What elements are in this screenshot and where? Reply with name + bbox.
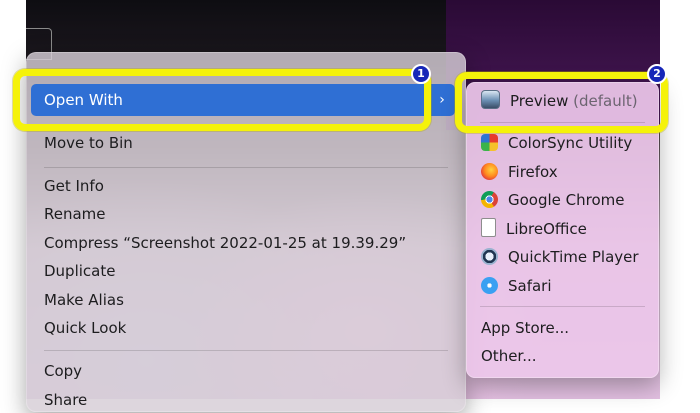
safari-icon xyxy=(481,277,498,294)
chrome-icon xyxy=(481,191,498,208)
highlight-box-open-with xyxy=(13,69,431,131)
submenu-item-safari[interactable]: Safari xyxy=(481,273,552,299)
submenu-item-label: ColorSync Utility xyxy=(508,134,633,152)
menu-item-share[interactable]: Share xyxy=(44,387,87,413)
submenu-item-label: QuickTime Player xyxy=(508,248,639,266)
menu-item-make-alias[interactable]: Make Alias xyxy=(44,287,124,313)
submenu-item-app-store[interactable]: App Store... xyxy=(481,315,569,341)
quicktime-icon xyxy=(481,248,498,265)
libreoffice-icon xyxy=(481,218,496,237)
menu-item-quick-look[interactable]: Quick Look xyxy=(44,315,126,341)
menu-item-rename[interactable]: Rename xyxy=(44,201,106,227)
submenu-separator xyxy=(480,306,645,307)
submenu-item-chrome[interactable]: Google Chrome xyxy=(481,187,625,213)
menu-separator xyxy=(44,350,448,351)
submenu-item-quicktime[interactable]: QuickTime Player xyxy=(481,244,639,270)
step-badge-1: 1 xyxy=(411,64,431,84)
submenu-item-firefox[interactable]: Firefox xyxy=(481,159,558,185)
colorsync-icon xyxy=(481,134,498,151)
submenu-item-colorsync[interactable]: ColorSync Utility xyxy=(481,130,632,156)
submenu-item-label: Firefox xyxy=(508,163,558,181)
menu-item-get-info[interactable]: Get Info xyxy=(44,173,104,199)
highlight-box-preview xyxy=(455,72,668,133)
menu-item-move-to-bin[interactable]: Move to Bin xyxy=(44,130,133,156)
menu-separator xyxy=(44,167,448,168)
submenu-item-other[interactable]: Other... xyxy=(481,343,537,369)
menu-item-compress[interactable]: Compress “Screenshot 2022-01-25 at 19.39… xyxy=(44,230,406,256)
menu-item-duplicate[interactable]: Duplicate xyxy=(44,258,115,284)
menu-item-copy[interactable]: Copy xyxy=(44,358,82,384)
submenu-item-label: Safari xyxy=(508,277,552,295)
submenu-item-libreoffice[interactable]: LibreOffice xyxy=(481,216,587,242)
submenu-item-label: LibreOffice xyxy=(506,220,587,238)
submenu-item-label: Google Chrome xyxy=(508,191,625,209)
chevron-right-icon: › xyxy=(439,92,445,108)
step-badge-2: 2 xyxy=(647,64,667,84)
firefox-icon xyxy=(481,163,498,180)
